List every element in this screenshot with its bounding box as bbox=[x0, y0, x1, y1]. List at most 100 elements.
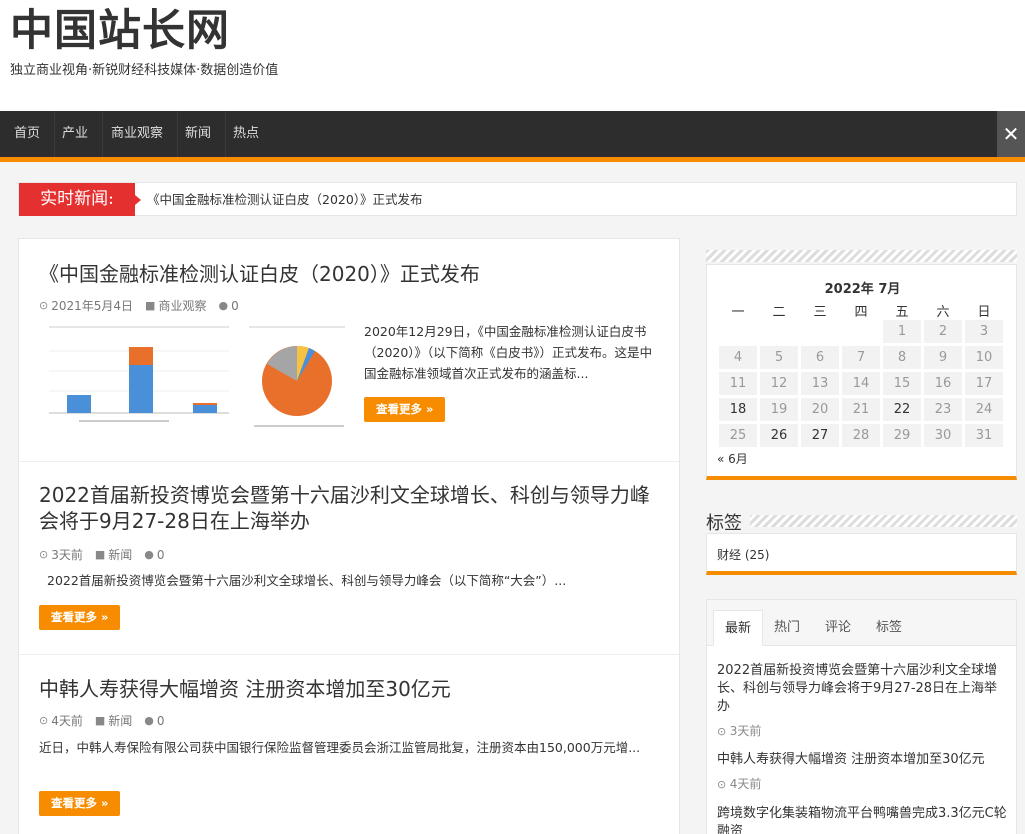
calendar-day: 21 bbox=[842, 398, 880, 421]
clock-icon: ⊙ bbox=[39, 714, 49, 727]
read-more-button[interactable]: 查看更多 » bbox=[39, 791, 121, 816]
widget-divider bbox=[706, 250, 1017, 262]
nav-item-hot[interactable]: 热点 bbox=[219, 111, 273, 157]
post-comments[interactable]: ● 0 bbox=[144, 546, 164, 563]
tabs-widget: 最新 热门 评论 标签 2022首届新投资博览会暨第十六届沙利文全球增长、科创与… bbox=[706, 599, 1017, 834]
calendar-day: 8 bbox=[883, 346, 921, 369]
calendar-weekday: 二 bbox=[772, 305, 786, 320]
calendar-day: 6 bbox=[801, 346, 839, 369]
calendar-day: 20 bbox=[801, 398, 839, 421]
calendar-day: 28 bbox=[842, 424, 880, 447]
calendar-weekday: 六 bbox=[936, 305, 950, 320]
folder-icon: ■ bbox=[94, 548, 106, 561]
calendar-day[interactable]: 18 bbox=[719, 398, 757, 421]
calendar-day: 25 bbox=[719, 424, 757, 447]
tags-widget: 财经 (25) bbox=[706, 533, 1017, 575]
post-excerpt: 2020年12月29日，《中国金融标准检测认证白皮书（2020）》（以下简称《白… bbox=[364, 324, 653, 381]
read-more-button[interactable]: 查看更多 » bbox=[39, 605, 121, 630]
calendar-day: 24 bbox=[965, 398, 1003, 421]
post-thumbnail[interactable] bbox=[39, 321, 351, 433]
site-header: 中国站长网 独立商业视角·新锐财经科技媒体·数据创造价值 bbox=[0, 0, 1025, 111]
calendar-day: 10 bbox=[965, 346, 1003, 369]
clock-icon: ⊙ bbox=[717, 725, 730, 738]
nav-accent-bar bbox=[0, 157, 1025, 162]
tab-post-title[interactable]: 2022首届新投资博览会暨第十六届沙利文全球增长、科创与领导力峰会将于9月27-… bbox=[717, 662, 1009, 716]
calendar-day: 14 bbox=[842, 372, 880, 395]
tag-link[interactable]: 财经 (25) bbox=[717, 546, 769, 563]
tab-post-date: ⊙ 3天前 bbox=[717, 724, 762, 738]
calendar-day: 13 bbox=[801, 372, 839, 395]
calendar-weekday: 日 bbox=[977, 305, 991, 320]
post-comments[interactable]: ● 0 bbox=[218, 297, 238, 314]
post-title[interactable]: 2022首届新投资博览会暨第十六届沙利文全球增长、科创与领导力峰会将于9月27-… bbox=[39, 482, 659, 534]
site-title[interactable]: 中国站长网 bbox=[10, 4, 230, 58]
nav-item-news[interactable]: 新闻 bbox=[171, 111, 227, 157]
post-meta: ⊙ 4天前 ■ 新闻 ● 0 bbox=[39, 712, 165, 729]
calendar-day: 30 bbox=[924, 424, 962, 447]
tab-post-title[interactable]: 中韩人寿获得大幅增资 注册资本增加至30亿元 bbox=[717, 751, 1009, 769]
nav-item-business[interactable]: 商业观察 bbox=[97, 111, 179, 157]
post-title[interactable]: 《中国金融标准检测认证白皮（2020）》正式发布 bbox=[39, 261, 480, 287]
calendar-weekday: 四 bbox=[854, 305, 868, 320]
folder-icon: ■ bbox=[145, 299, 156, 312]
clock-icon: ⊙ bbox=[39, 299, 49, 312]
post-meta: ⊙ 2021年5月4日 ■ 商业观察 ● 0 bbox=[39, 297, 239, 314]
calendar-weekday: 三 bbox=[813, 305, 827, 320]
tab-tags[interactable]: 标签 bbox=[865, 610, 913, 646]
tab-post-title[interactable]: 跨境数字化集装箱物流平台鸭嘴兽完成3.3亿元C轮融资 bbox=[717, 805, 1009, 834]
tab-popular[interactable]: 热门 bbox=[763, 610, 811, 646]
widget-divider bbox=[706, 515, 1017, 527]
comment-icon: ● bbox=[144, 548, 154, 561]
calendar-day: 7 bbox=[842, 346, 880, 369]
calendar-widget: 2022年 7月 « 6月 一二三四五六日 1 2 3 4 5 6 7 8 9 10 11 12 13 14… bbox=[706, 264, 1017, 480]
post-date: ⊙ 3天前 bbox=[39, 548, 83, 562]
read-more-button[interactable]: 查看更多 » bbox=[364, 397, 446, 422]
calendar-day: 16 bbox=[924, 372, 962, 395]
tab-comments[interactable]: 评论 bbox=[814, 610, 862, 646]
shuffle-icon[interactable]: ✕ bbox=[997, 111, 1025, 157]
post-comments[interactable]: ● 0 bbox=[144, 712, 164, 729]
tags-widget-title: 标签 bbox=[706, 509, 750, 535]
post-category[interactable]: ■ 新闻 bbox=[95, 546, 132, 563]
tabs-bar: 最新 热门 评论 标签 bbox=[707, 600, 1016, 646]
clock-icon: ⊙ bbox=[717, 778, 730, 791]
calendar-day: 2 bbox=[924, 320, 962, 343]
folder-icon: ■ bbox=[94, 714, 106, 727]
calendar-caption: 2022年 7月 bbox=[824, 282, 901, 297]
tab-latest[interactable]: 最新 bbox=[713, 610, 764, 646]
breaking-news-label: 实时新闻: bbox=[19, 183, 141, 216]
comment-icon: ● bbox=[144, 714, 154, 727]
post-category[interactable]: ■ 新闻 bbox=[95, 712, 132, 729]
calendar-day: 19 bbox=[760, 398, 798, 421]
post-date: ⊙ 4天前 bbox=[39, 714, 83, 728]
post-title[interactable]: 中韩人寿获得大幅增资 注册资本增加至30亿元 bbox=[39, 676, 451, 702]
post-item: 《中国金融标准检测认证白皮（2020）》正式发布 ⊙ 2021年5月4日 ■ 商业观… bbox=[19, 239, 679, 462]
main-nav: 首页 产业 商业观察 新闻 热点 ✕ bbox=[0, 111, 1025, 157]
calendar-weekday: 五 bbox=[895, 305, 909, 320]
calendar-weekday: 一 bbox=[731, 305, 745, 320]
post-list: 《中国金融标准检测认证白皮（2020）》正式发布 ⊙ 2021年5月4日 ■ 商业观… bbox=[18, 238, 680, 834]
post-excerpt: 2022首届新投资博览会暨第十六届沙利文全球增长、科创与领导力峰会（以下简称“大… bbox=[47, 573, 567, 588]
breaking-news-link[interactable]: 《中国金融标准检测认证白皮（2020）》正式发布 bbox=[147, 183, 423, 216]
calendar-day: 17 bbox=[965, 372, 1003, 395]
calendar-day: 1 bbox=[883, 320, 921, 343]
calendar-prev-month[interactable]: « 6月 bbox=[717, 450, 748, 467]
calendar-day[interactable]: 22 bbox=[883, 398, 921, 421]
nav-item-industry[interactable]: 产业 bbox=[48, 111, 104, 157]
calendar-day: 3 bbox=[965, 320, 1003, 343]
comment-icon: ● bbox=[218, 299, 229, 312]
post-excerpt: 近日，中韩人寿保险有限公司获中国银行保险监督管理委员会浙江监管局批复，注册资本由… bbox=[39, 740, 641, 755]
calendar-day: 11 bbox=[719, 372, 757, 395]
nav-item-home[interactable]: 首页 bbox=[0, 111, 56, 157]
calendar-day: 23 bbox=[924, 398, 962, 421]
post-item: 中韩人寿获得大幅增资 注册资本增加至30亿元 ⊙ 4天前 ■ 新闻 ● 0 近日，中韩… bbox=[19, 655, 679, 834]
calendar-day: 5 bbox=[760, 346, 798, 369]
calendar-day[interactable]: 26 bbox=[760, 424, 798, 447]
calendar-day: 31 bbox=[965, 424, 1003, 447]
calendar-day: 15 bbox=[883, 372, 921, 395]
calendar-day: 12 bbox=[760, 372, 798, 395]
post-meta: ⊙ 3天前 ■ 新闻 ● 0 bbox=[39, 546, 165, 563]
post-category[interactable]: ■ 商业观察 bbox=[145, 297, 206, 314]
calendar-day[interactable]: 27 bbox=[801, 424, 839, 447]
calendar-day: 9 bbox=[924, 346, 962, 369]
